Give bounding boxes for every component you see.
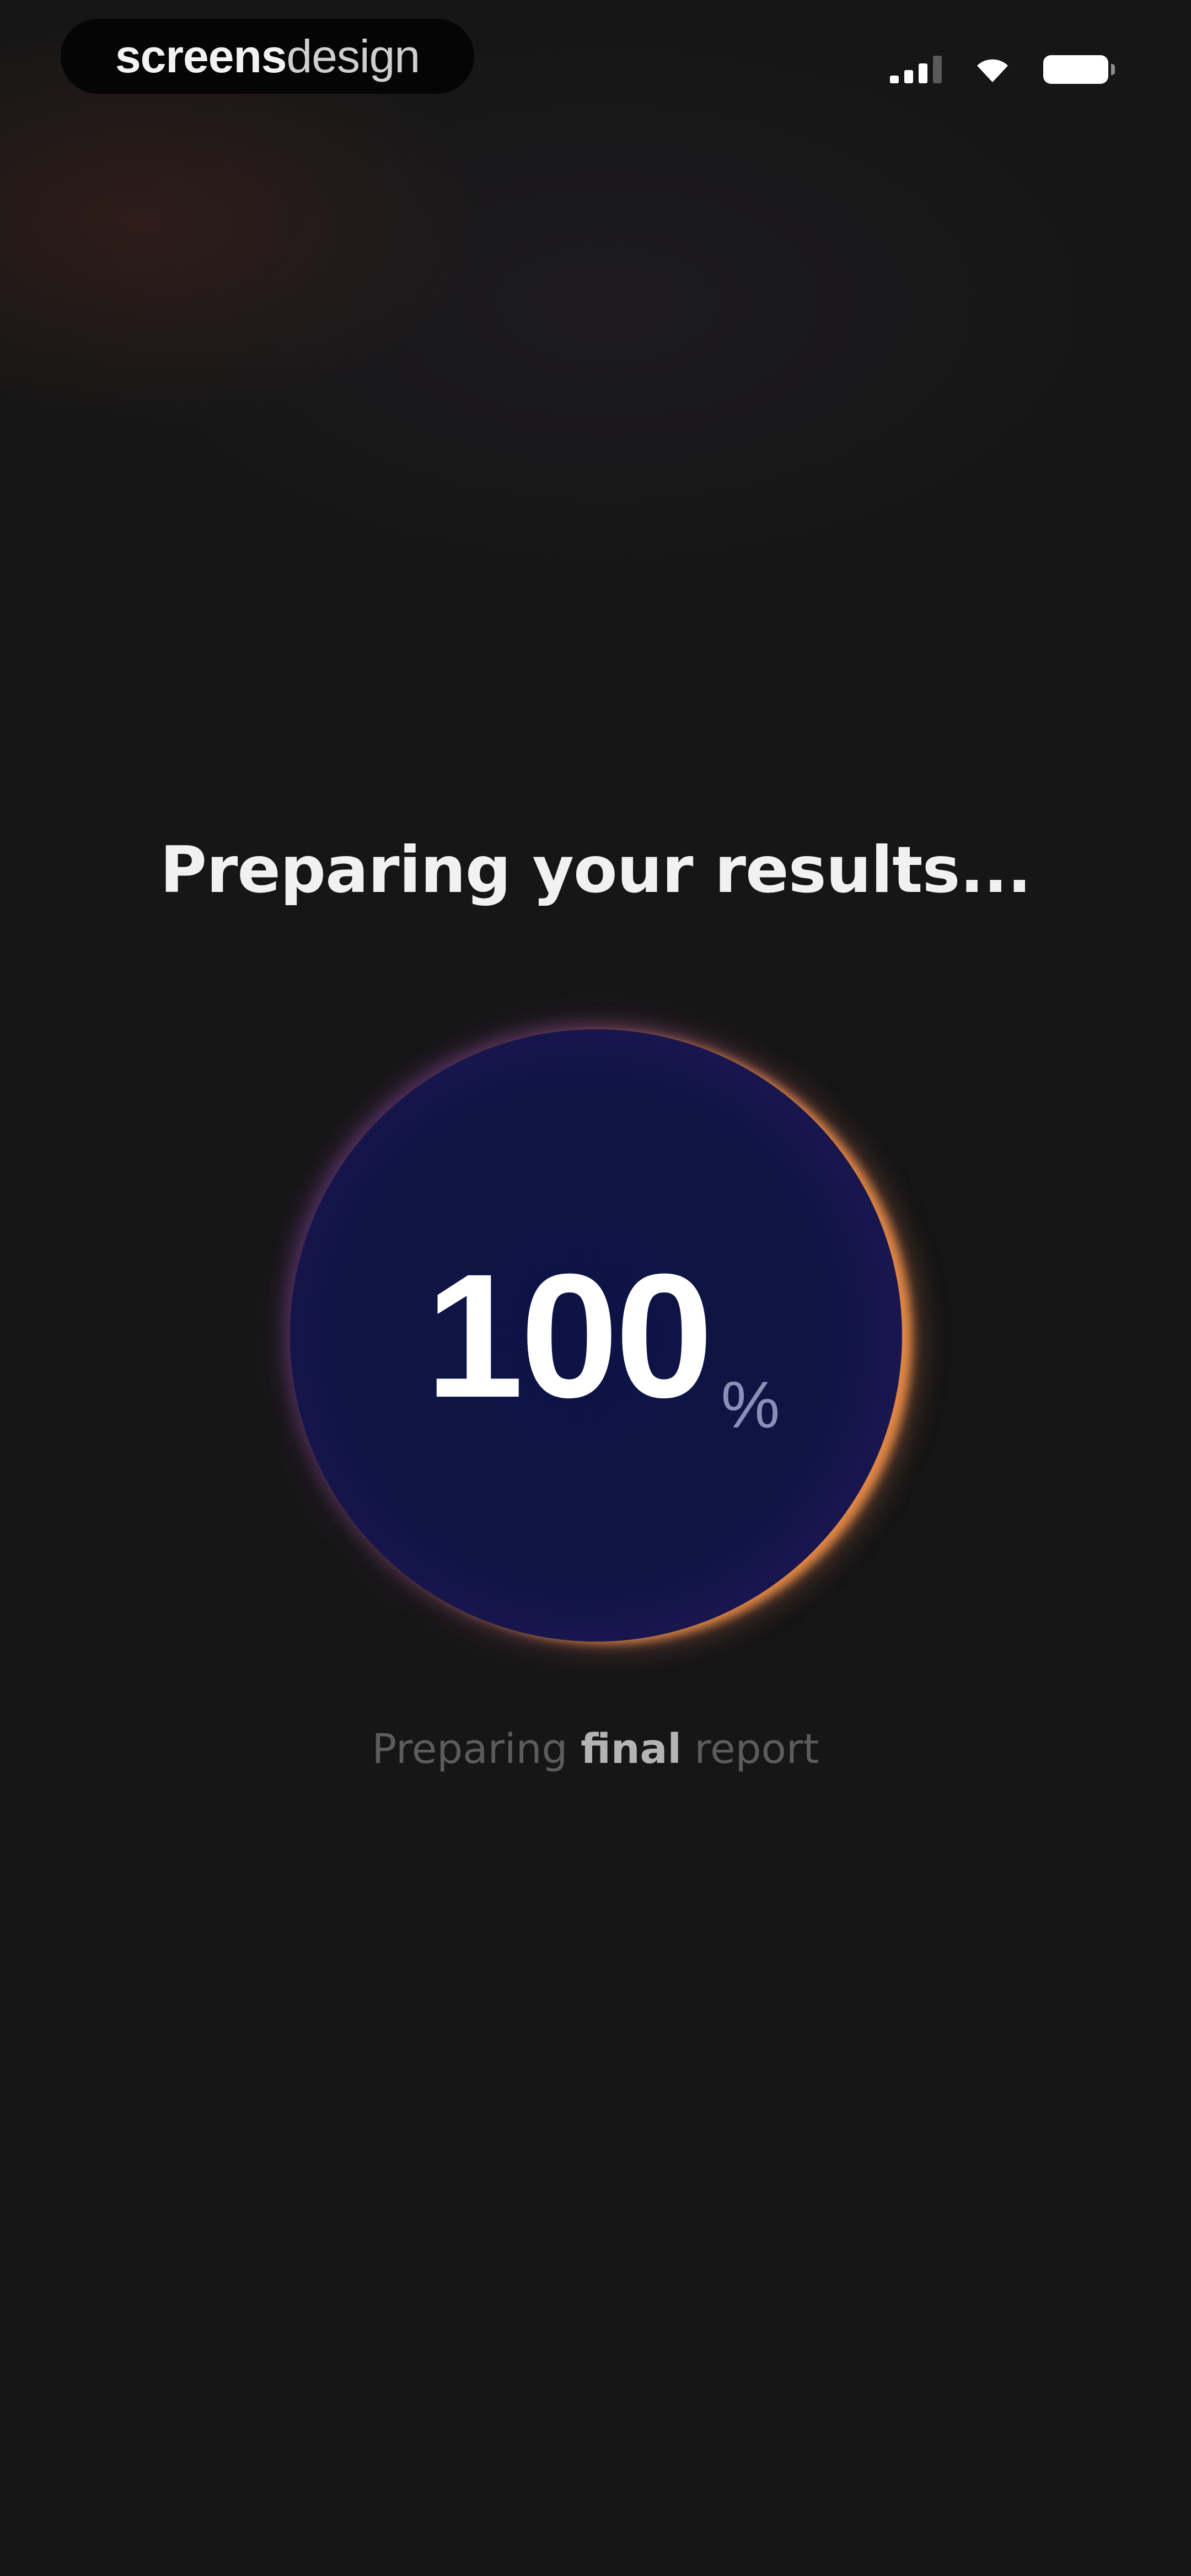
status-icons	[890, 49, 1115, 90]
percent-sign: %	[721, 1368, 780, 1442]
page-title: Preparing your results...	[160, 833, 1032, 907]
progress-status-text: Preparing final report	[0, 1725, 1191, 1773]
status-bar: screens design	[0, 0, 1191, 132]
brand-logo-strong: screens	[115, 30, 287, 82]
brand-logo-light: design	[286, 30, 421, 82]
status-text-prefix: Preparing	[372, 1725, 568, 1773]
status-text-suffix: report	[694, 1725, 819, 1773]
status-text-emphasis: final	[580, 1725, 682, 1773]
brand-logo: screens design	[61, 19, 474, 94]
wifi-icon	[975, 56, 1010, 83]
progress-percentage: 100	[425, 1237, 713, 1434]
cellular-signal-icon	[890, 56, 942, 83]
progress-readout: 100 %	[290, 1029, 902, 1642]
battery-icon	[1043, 55, 1115, 84]
progress-circle: 100 %	[290, 1029, 902, 1642]
